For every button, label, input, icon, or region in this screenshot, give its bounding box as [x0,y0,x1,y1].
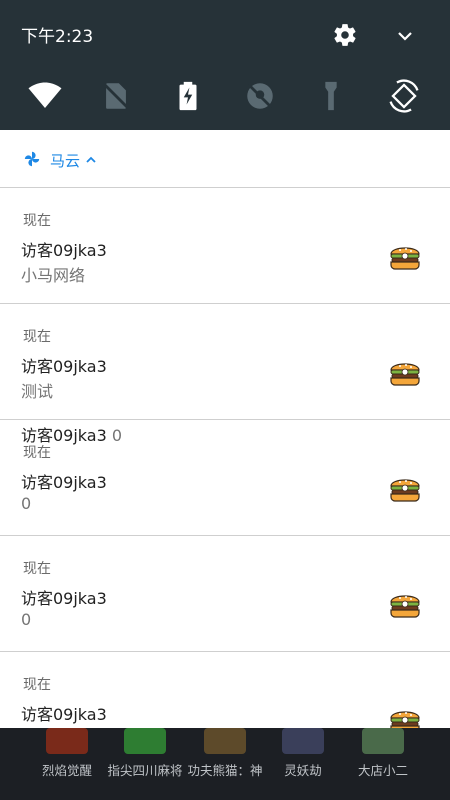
app-thumbnail-icon [124,728,166,754]
tray-app-label: 大店小二 [357,763,408,778]
auto-rotate-icon[interactable] [386,78,422,114]
notification-time: 现在 [23,677,51,693]
burger-icon [388,589,422,621]
notification-item[interactable]: 现在 访客09jka3 [0,652,450,728]
tray-app[interactable]: 指尖四川麻将 [100,728,190,800]
app-thumbnail-icon [46,728,88,754]
app-thumbnail-icon [362,728,404,754]
notification-shade-header: 下午2:23 [0,0,450,130]
burger-icon [388,473,422,505]
tray-app-label: 指尖四川麻将 [107,763,183,778]
notification-item[interactable]: 现在 访客09jka3 小马网络 [0,188,450,304]
app-pinwheel-icon [23,150,41,168]
no-sim-icon[interactable] [98,78,134,114]
incoming-notification-line: 访客09jka3 0 [21,422,122,446]
tray-app-label: 灵妖劫 [284,763,322,778]
notification-item[interactable]: 现在 访客09jka3 测试 [0,304,450,420]
app-group-header[interactable]: 马云 [0,130,450,188]
tray-app[interactable]: 大店小二 [338,728,428,800]
app-thumbnail-icon [204,728,246,754]
notification-panel: 马云 现在 访客09jka3 小马网络 现在 访客09jka3 测试 现在 访客… [0,130,450,728]
notification-text: 小马网络 [21,266,86,285]
incoming-text: 0 [111,426,123,445]
burger-icon [388,241,422,273]
battery-charging-icon[interactable] [170,78,206,114]
notification-title: 访客09jka3 [21,357,107,376]
notification-item[interactable]: 现在 访客09jka3 0 [0,536,450,652]
app-thumbnail-icon [282,728,324,754]
clock: 下午2:23 [21,27,94,47]
expand-caret-icon[interactable] [84,152,98,166]
notification-text: 0 [21,494,32,513]
notification-title: 访客09jka3 [21,705,107,724]
burger-icon [388,705,422,728]
incoming-title: 访客09jka3 [21,426,107,445]
tray-app[interactable]: 烈焰觉醒 [22,728,112,800]
launcher-app-tray: 烈焰觉醒 指尖四川麻将 功夫熊猫：神 灵妖劫 大店小二 [0,728,450,800]
notification-title: 访客09jka3 [21,473,107,492]
quick-settings-row [0,78,450,118]
notification-time: 现在 [23,213,51,229]
flashlight-icon[interactable] [313,78,349,114]
collapse-chevron-icon[interactable] [393,24,417,48]
burger-icon [388,357,422,389]
notification-title: 访客09jka3 [21,241,107,260]
wifi-icon[interactable] [27,78,63,114]
notification-title: 访客09jka3 [21,589,107,608]
notification-time: 现在 [23,561,51,577]
notification-text: 测试 [21,382,54,401]
app-name: 马云 [50,152,81,170]
notification-time: 现在 [23,329,51,345]
notification-text: 0 [21,610,32,629]
settings-gear-icon[interactable] [332,22,358,48]
tray-app[interactable]: 灵妖劫 [258,728,348,800]
tray-app[interactable]: 功夫熊猫：神 [180,728,270,800]
status-row: 下午2:23 [0,0,450,68]
tray-app-label: 烈焰觉醒 [41,763,92,778]
tray-app-label: 功夫熊猫：神 [187,763,263,778]
location-off-icon[interactable] [242,78,278,114]
